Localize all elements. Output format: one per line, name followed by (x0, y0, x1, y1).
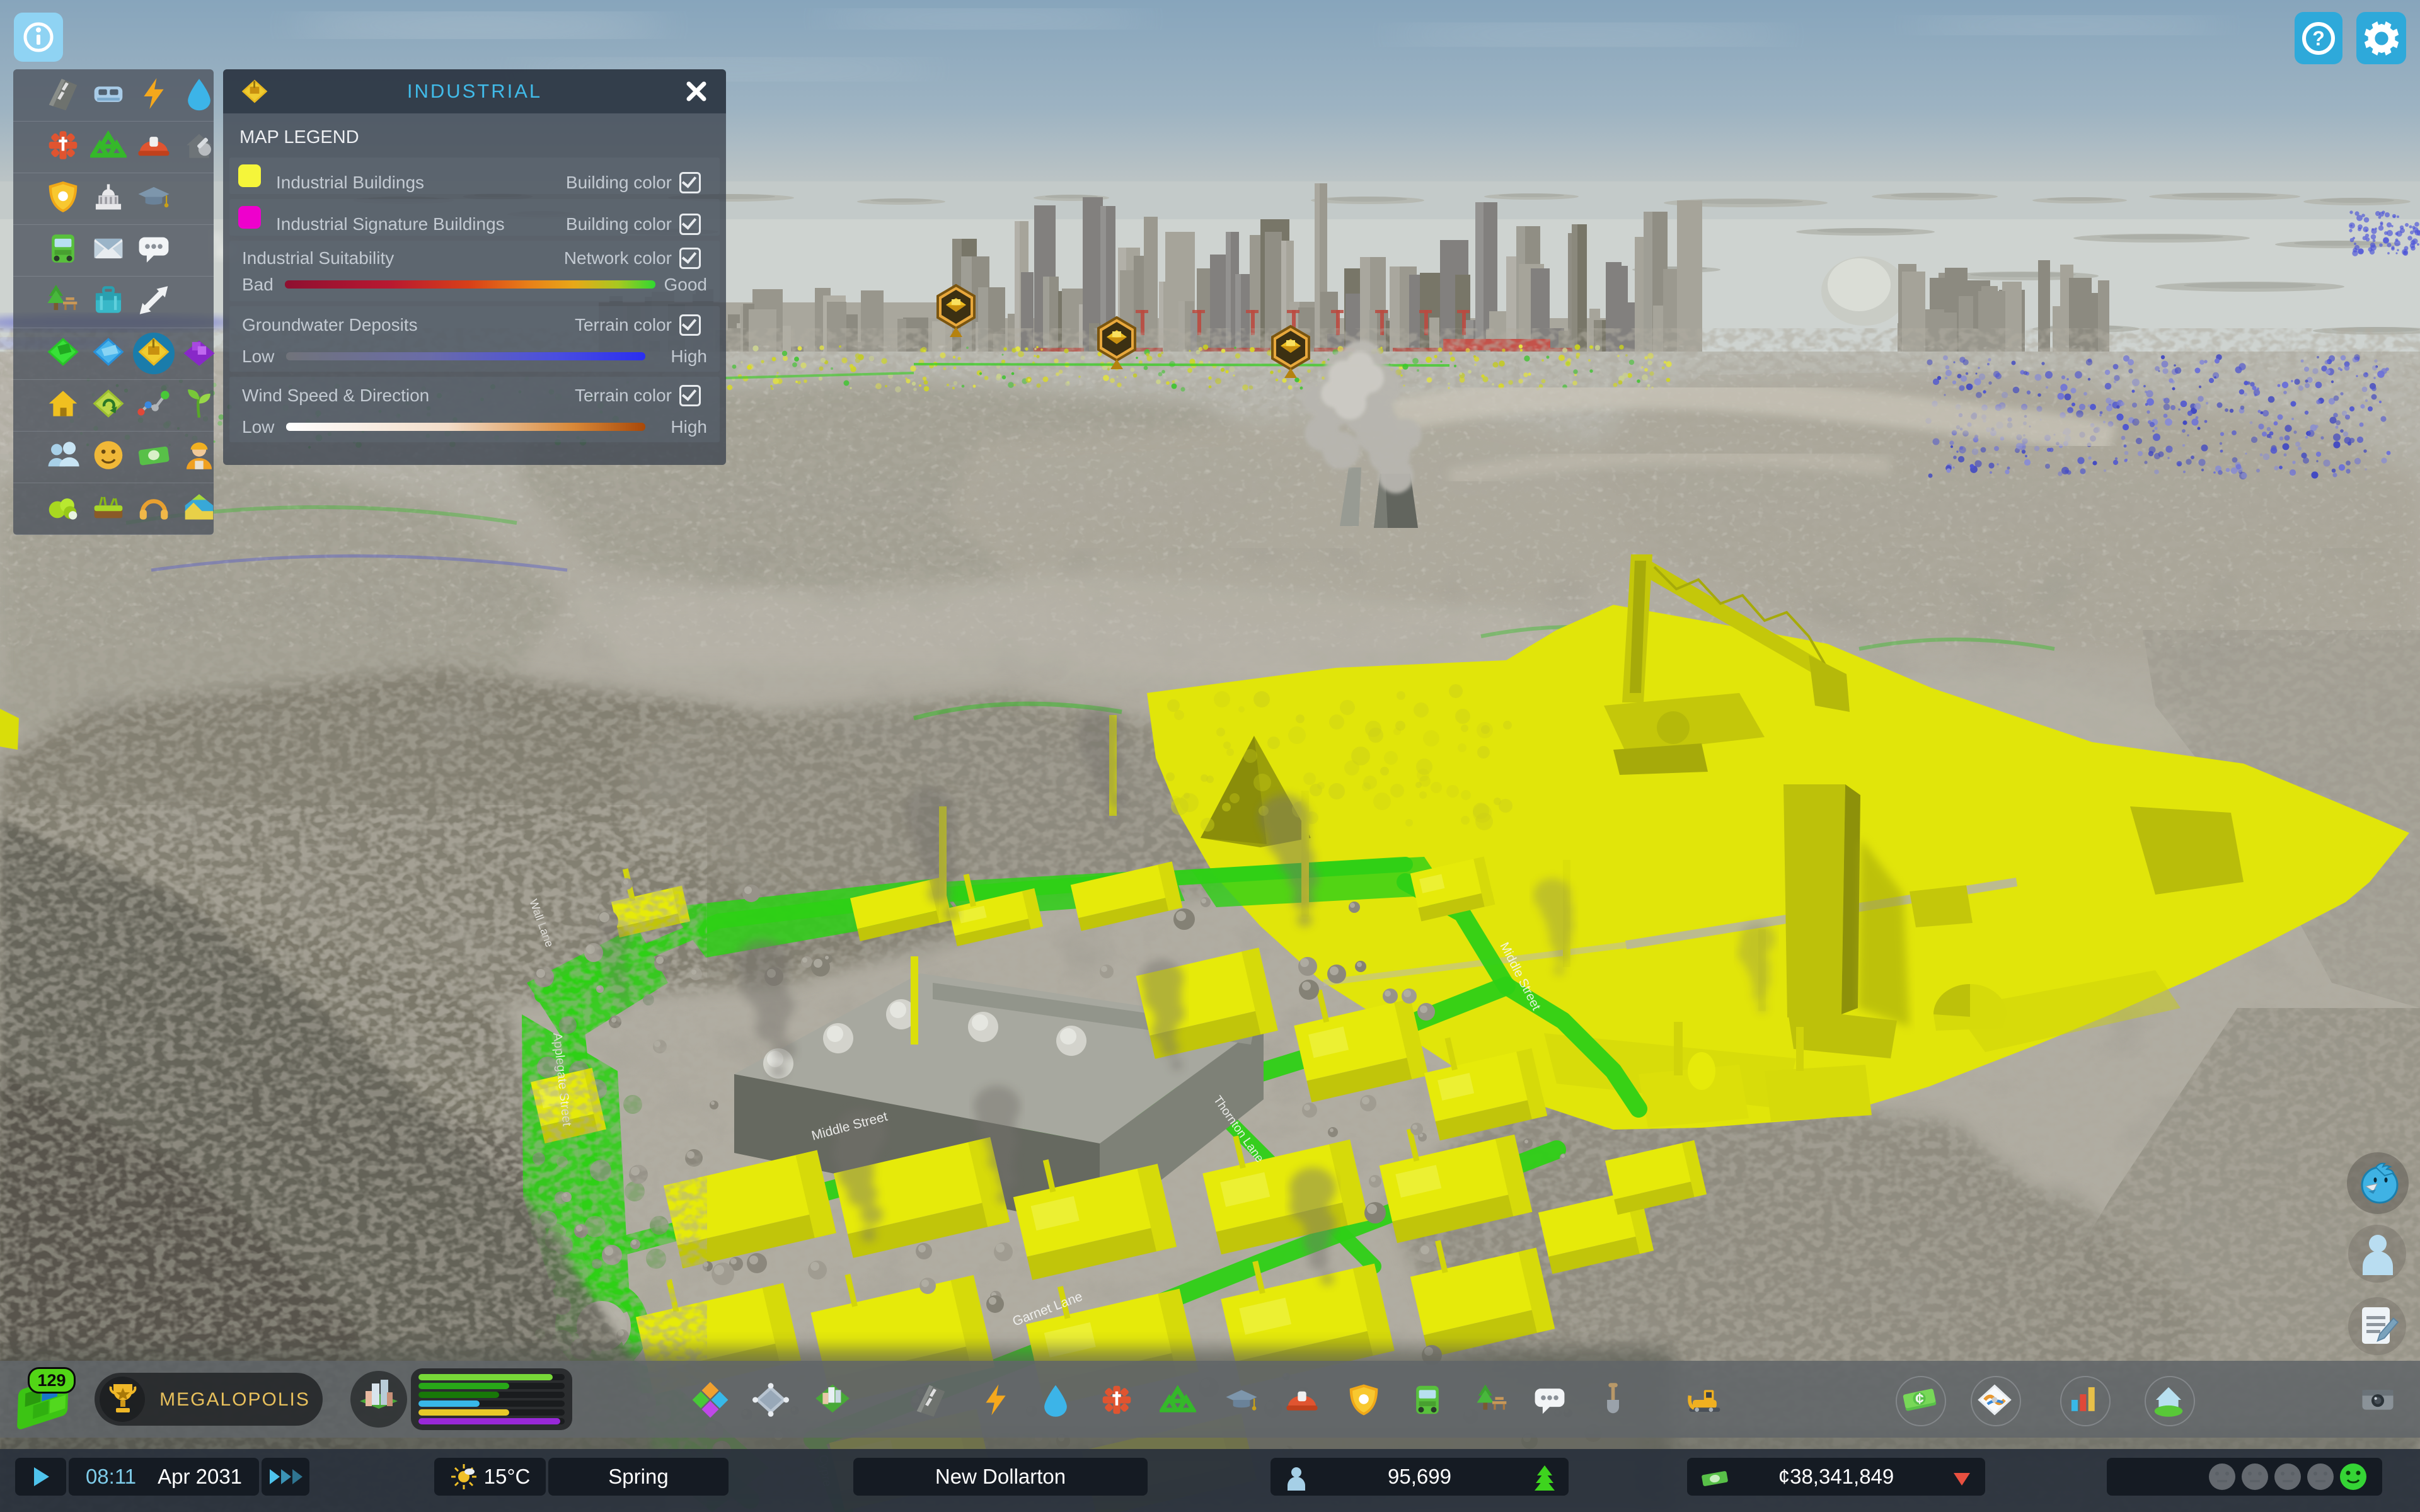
svg-text:?: ? (2312, 27, 2325, 50)
svg-text:¢: ¢ (1915, 1391, 1924, 1408)
